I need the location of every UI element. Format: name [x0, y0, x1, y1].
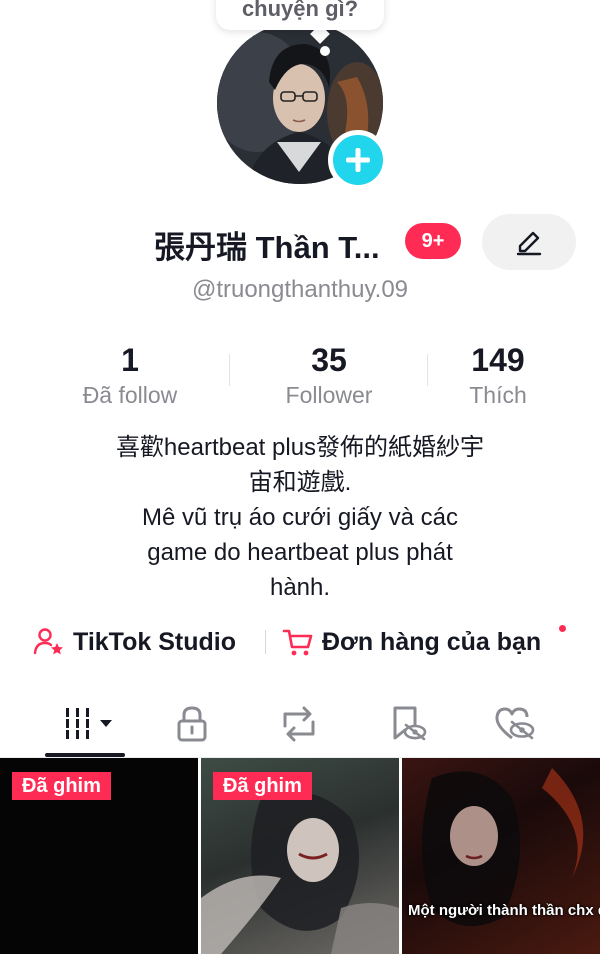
- bio-line: Mê vũ trụ áo cưới giấy và các: [142, 504, 458, 531]
- bio-line: 宙和遊戲.: [248, 469, 352, 496]
- edit-profile-button[interactable]: [482, 214, 576, 270]
- add-story-button[interactable]: [328, 130, 388, 190]
- plus-icon: [346, 148, 370, 172]
- stat-likes-value: 149: [471, 342, 525, 378]
- status-bubble-dot: [320, 46, 330, 56]
- pinned-badge: Đã ghim: [12, 772, 111, 800]
- display-name: 張丹瑞 Thần T...: [154, 230, 380, 265]
- repost-icon: [283, 706, 315, 742]
- tab-favorites[interactable]: [358, 690, 458, 758]
- pinned-badge: Đã ghim: [213, 772, 312, 800]
- links-divider: [265, 630, 266, 654]
- liked-hidden-icon: [495, 707, 535, 740]
- orders-label: Đơn hàng của bạn: [322, 627, 542, 656]
- bio-line: game do heartbeat plus phát: [147, 539, 453, 566]
- notification-badge[interactable]: 9+: [405, 223, 461, 259]
- status-bubble[interactable]: chuyện gì?: [216, 0, 384, 30]
- video-caption: Một người thành thần chx đủ: [408, 902, 600, 919]
- stat-likes-label: Thích: [469, 382, 527, 408]
- active-tab-indicator: [45, 753, 125, 757]
- tiktok-studio-label: TikTok Studio: [73, 627, 236, 656]
- video-thumbnail[interactable]: Một người thành thần chx đủ: [402, 758, 600, 954]
- person-star-icon: [33, 628, 63, 655]
- pencil-icon: [516, 231, 542, 256]
- tiktok-studio-link[interactable]: TikTok Studio: [33, 620, 236, 664]
- tab-reposts[interactable]: [249, 690, 349, 758]
- tab-videos[interactable]: [40, 690, 140, 758]
- profile-page: chuyện gì? 張丹瑞 Thần T... 9+ @truongthant…: [0, 0, 600, 954]
- tab-private[interactable]: [142, 690, 242, 758]
- grid-videos-icon: [66, 708, 112, 739]
- name-row: 張丹瑞 Thần T... 9+: [0, 214, 600, 270]
- bio[interactable]: 喜歡heartbeat plus發佈的紙婚紗宇 宙和遊戲. Mê vũ trụ …: [60, 430, 540, 605]
- content-tabs: [0, 690, 600, 758]
- tab-liked[interactable]: [465, 690, 565, 758]
- stat-following[interactable]: 1 Đã follow: [30, 340, 230, 410]
- orders-link[interactable]: Đơn hàng của bạn: [282, 620, 541, 664]
- lock-icon: [177, 706, 207, 742]
- stat-following-label: Đã follow: [82, 382, 178, 408]
- video-grid: Đã ghim Đã ghim Một người thành thần chx…: [0, 758, 600, 954]
- stats-row: 1 Đã follow 35 Follower 149 Thích: [0, 340, 600, 414]
- status-bubble-text: chuyện gì?: [241, 0, 359, 21]
- profile-links: TikTok Studio Đơn hàng của bạn: [0, 620, 600, 664]
- orders-notification-dot: [559, 625, 566, 632]
- video-thumbnail[interactable]: Đã ghim: [201, 758, 399, 954]
- video-thumbnail[interactable]: Đã ghim: [0, 758, 198, 954]
- stat-likes[interactable]: 149 Thích: [398, 340, 598, 410]
- stat-following-value: 1: [121, 342, 139, 378]
- video-thumbnail-image: [422, 768, 584, 926]
- bio-line: 喜歡heartbeat plus發佈的紙婚紗宇: [115, 434, 485, 461]
- bookmark-hidden-icon: [393, 706, 427, 741]
- cart-icon: [282, 629, 313, 656]
- bio-line: hành.: [269, 574, 331, 601]
- username: @truongthanthuy.09: [191, 276, 409, 303]
